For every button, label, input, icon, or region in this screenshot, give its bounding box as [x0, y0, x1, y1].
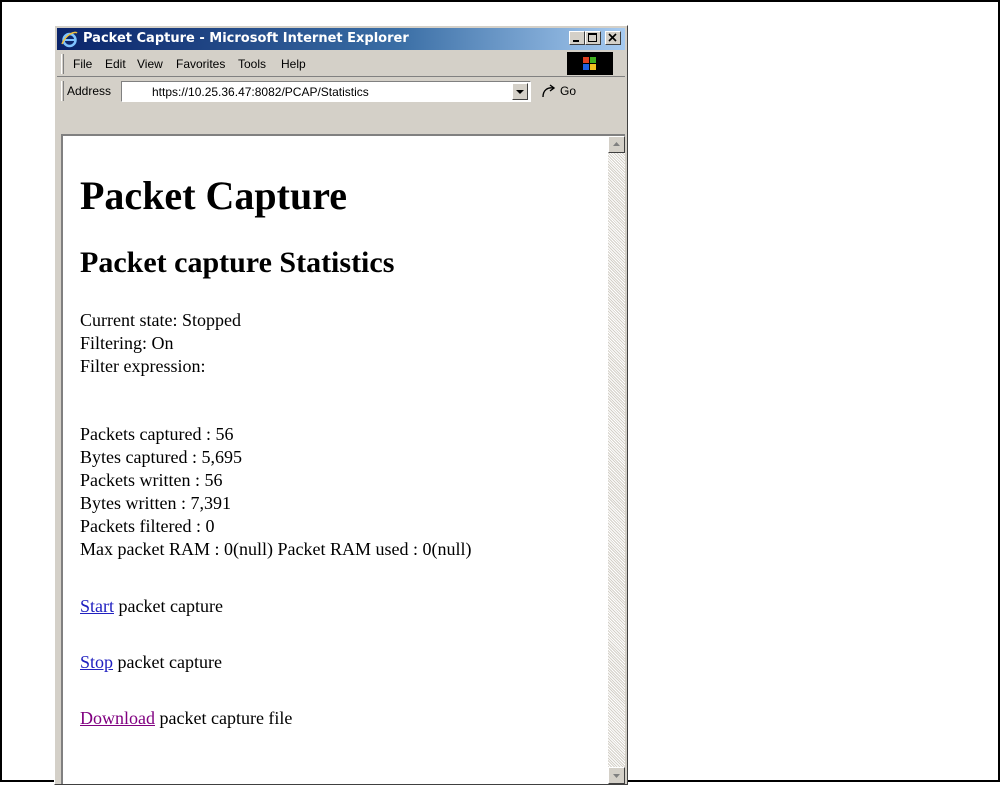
- window-title: Packet Capture - Microsoft Internet Expl…: [83, 31, 409, 46]
- filtering-text: Filtering: On: [80, 333, 174, 353]
- start-action-line: Start packet capture: [80, 596, 223, 617]
- close-icon: [608, 33, 617, 42]
- minimize-button[interactable]: [569, 31, 585, 45]
- start-link[interactable]: Start: [80, 596, 114, 616]
- arrow-up-icon: [613, 142, 620, 146]
- close-button[interactable]: [605, 31, 621, 45]
- go-arrow-icon[interactable]: [540, 83, 558, 100]
- current-state-text: Current state: Stopped: [80, 310, 241, 330]
- minimize-icon: [573, 40, 579, 42]
- stop-link[interactable]: Stop: [80, 652, 113, 672]
- maximize-icon: [588, 33, 597, 42]
- menu-bar: File Edit View Favorites Tools Help: [57, 51, 625, 77]
- scroll-down-button[interactable]: [608, 767, 625, 784]
- stop-action-text: packet capture: [113, 652, 222, 672]
- address-bar: Address https://10.25.36.47:8082/PCAP/St…: [57, 78, 625, 106]
- maximize-button[interactable]: [585, 31, 601, 45]
- arrow-down-icon: [613, 774, 620, 778]
- packet-ram-text: Max packet RAM : 0(null) Packet RAM used…: [80, 539, 472, 559]
- address-grip[interactable]: [61, 81, 64, 101]
- page-subtitle: Packet capture Statistics: [80, 246, 395, 279]
- menu-help[interactable]: Help: [281, 57, 306, 71]
- download-link[interactable]: Download: [80, 708, 155, 728]
- packets-captured-text: Packets captured : 56: [80, 424, 234, 444]
- ie-window: Packet Capture - Microsoft Internet Expl…: [54, 25, 628, 785]
- vertical-scrollbar[interactable]: [608, 136, 625, 784]
- address-url: https://10.25.36.47:8082/PCAP/Statistics: [152, 85, 369, 99]
- title-bar[interactable]: Packet Capture - Microsoft Internet Expl…: [57, 28, 625, 50]
- menu-file[interactable]: File: [73, 57, 92, 71]
- stop-action-line: Stop packet capture: [80, 652, 222, 673]
- chevron-down-icon: [516, 90, 524, 94]
- download-action-text: packet capture file: [155, 708, 293, 728]
- menu-favorites[interactable]: Favorites: [176, 57, 225, 71]
- bytes-captured-text: Bytes captured : 5,695: [80, 447, 242, 467]
- go-button[interactable]: Go: [560, 84, 576, 98]
- packets-written-text: Packets written : 56: [80, 470, 223, 490]
- address-label: Address: [67, 84, 112, 98]
- start-action-text: packet capture: [114, 596, 223, 616]
- menu-view[interactable]: View: [137, 57, 163, 71]
- address-dropdown-button[interactable]: [512, 83, 528, 100]
- packets-filtered-text: Packets filtered : 0: [80, 516, 215, 536]
- scroll-up-button[interactable]: [608, 136, 625, 153]
- page-viewport: Packet Capture Packet capture Statistics…: [61, 134, 625, 784]
- menu-edit[interactable]: Edit: [105, 57, 126, 71]
- internet-explorer-icon: [61, 31, 78, 48]
- download-action-line: Download packet capture file: [80, 708, 292, 729]
- menu-grip[interactable]: [61, 54, 64, 74]
- bytes-written-text: Bytes written : 7,391: [80, 493, 231, 513]
- windows-logo: [567, 52, 613, 75]
- page-title: Packet Capture: [80, 173, 347, 218]
- menu-tools[interactable]: Tools: [238, 57, 266, 71]
- filter-expression-text: Filter expression:: [80, 356, 206, 376]
- windows-flag-icon: [583, 57, 596, 70]
- address-input[interactable]: https://10.25.36.47:8082/PCAP/Statistics: [121, 81, 531, 102]
